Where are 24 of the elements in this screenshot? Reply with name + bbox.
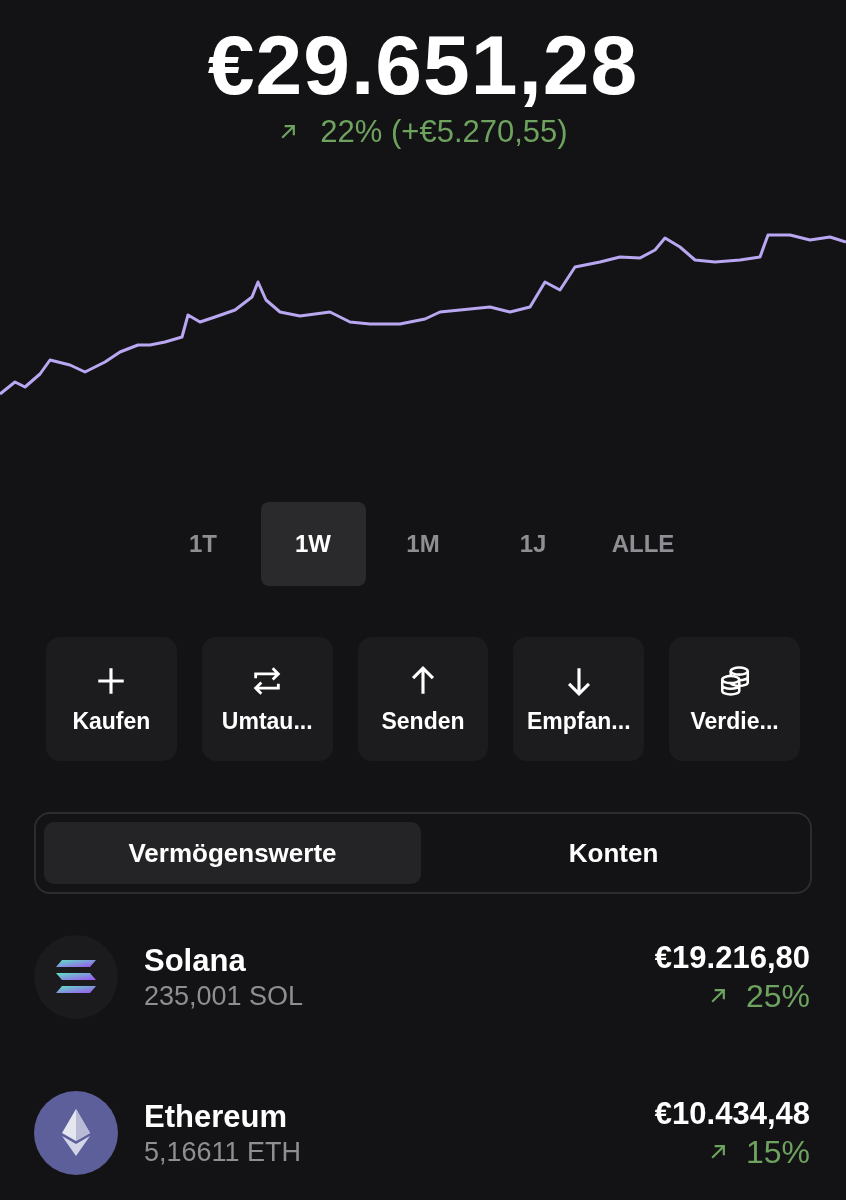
asset-name: Solana [144,942,247,979]
action-button[interactable]: Senden [357,637,489,761]
range-tab[interactable]: ALLE [590,502,696,586]
segment-tab[interactable]: Vermögenswerte [44,822,421,884]
asset-amount: 235,001 SOL [144,980,305,1012]
action-button[interactable]: Empfan... [513,637,645,761]
range-tab[interactable]: 1M [370,502,476,586]
action-button[interactable]: Kaufen [46,637,177,761]
range-tab[interactable]: 1T [150,502,256,586]
total-balance: €29.651,28 [207,22,639,108]
range-tab[interactable]: 1J [480,502,586,586]
asset-amount: 5,16611 ETH [144,1136,303,1168]
change-text: 15% [745,1133,810,1171]
ethereum-logo-icon [34,1091,118,1175]
asset-name: Ethereum [144,1098,288,1135]
action-button[interactable]: Verdie... [669,637,800,761]
asset-value: €10.434,48 [654,1095,810,1132]
asset-value: €19.216,80 [654,939,810,976]
action-button[interactable]: Umtau... [201,637,333,761]
range-tab[interactable]: 1W [260,502,366,586]
change-text: 25% [745,977,810,1015]
segment-tab[interactable]: Konten [425,822,802,884]
solana-logo-icon [34,935,118,1019]
change-text: 22% (+€5.270,55) [320,114,568,150]
